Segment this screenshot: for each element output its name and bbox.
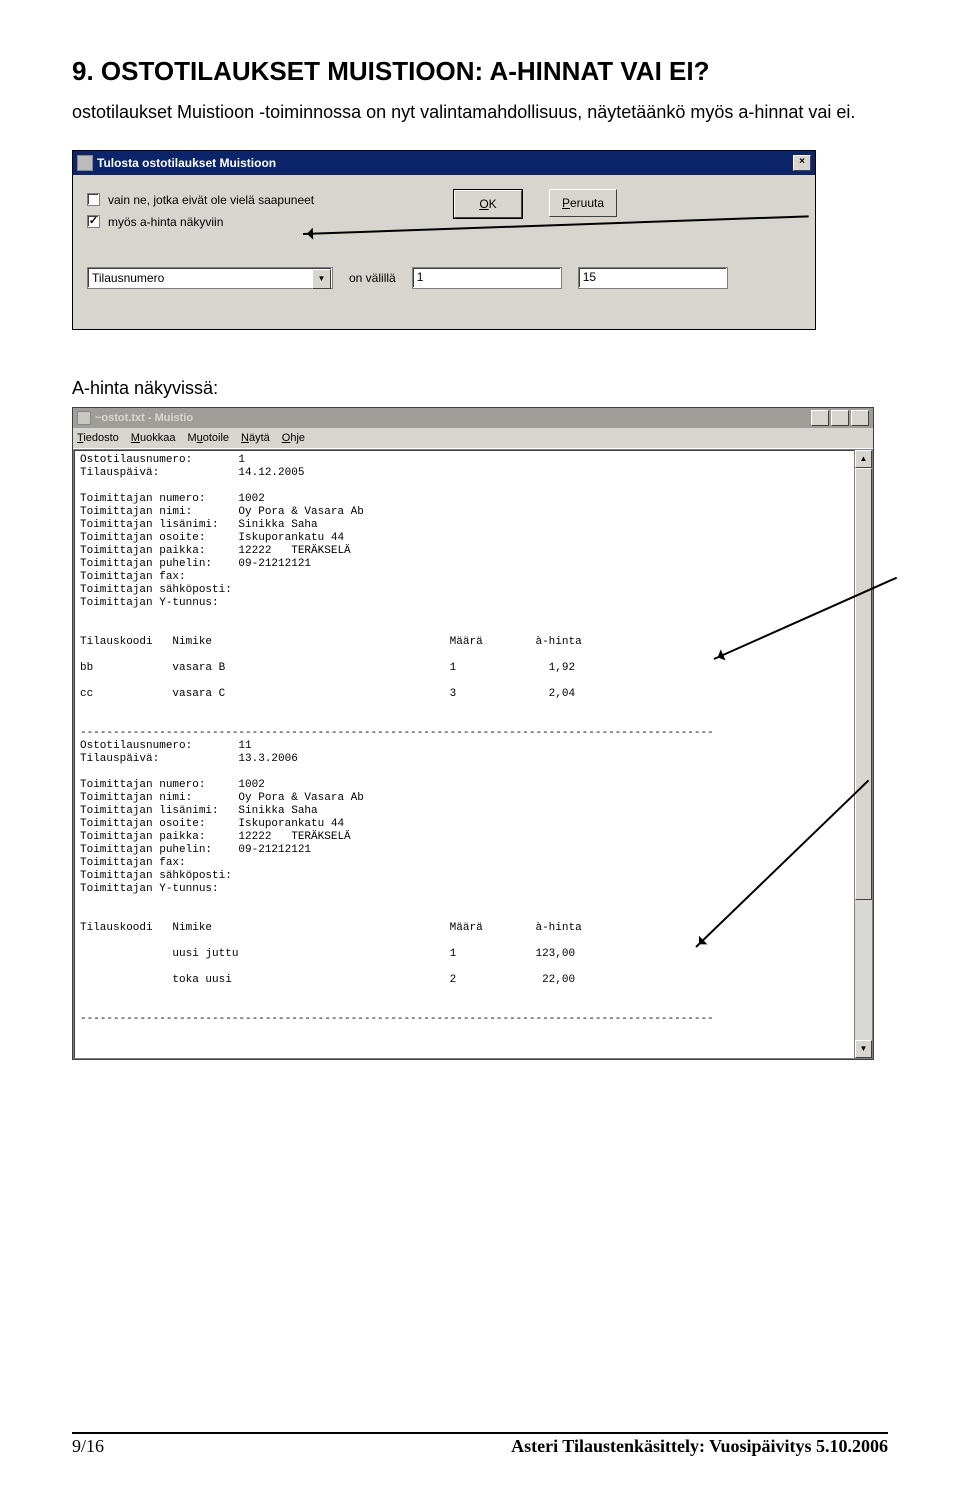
menu-view[interactable]: Näytä — [241, 432, 270, 444]
checkbox-label: vain ne, jotka eivät ole vielä saapuneet — [108, 193, 314, 207]
menu-file[interactable]: Tiedosto — [77, 432, 119, 444]
menu-help[interactable]: Ohje — [282, 432, 305, 444]
vertical-scrollbar[interactable]: ▲ ▼ — [854, 449, 873, 1059]
minimize-icon[interactable]: _ — [811, 410, 829, 426]
menu-format[interactable]: Muotoile — [187, 432, 229, 444]
ok-button[interactable]: OK — [454, 190, 522, 218]
cancel-button[interactable]: Peruuta — [549, 189, 617, 217]
intro-text: ostotilaukset Muistioon -toiminnossa on … — [72, 101, 888, 124]
menu-edit[interactable]: Muokkaa — [131, 432, 176, 444]
notepad-titlebar: ~ostot.txt - Muistio _ □ × — [73, 408, 873, 428]
notepad-screenshot-wrap: ~ostot.txt - Muistio _ □ × Tiedosto Muok… — [72, 407, 872, 1060]
notepad-icon — [77, 411, 91, 425]
criteria-combo[interactable]: Tilausnumero ▼ — [87, 267, 333, 289]
notepad-title: ~ostot.txt - Muistio — [95, 412, 193, 424]
close-icon[interactable]: × — [793, 155, 811, 171]
scroll-down-icon[interactable]: ▼ — [855, 1040, 872, 1058]
range-to-input[interactable]: 15 — [578, 267, 728, 289]
range-from-input[interactable]: 1 — [412, 267, 562, 289]
maximize-icon[interactable]: □ — [831, 410, 849, 426]
checkbox-label: myös a-hinta näkyviin — [108, 215, 223, 229]
combo-value: Tilausnumero — [92, 271, 164, 285]
doc-title: Asteri Tilaustenkäsittely: Vuosipäivitys… — [511, 1436, 888, 1457]
chevron-down-icon[interactable]: ▼ — [312, 269, 331, 289]
subheading: A-hinta näkyvissä: — [72, 378, 888, 399]
checkbox-show-aprice[interactable] — [87, 215, 100, 228]
between-label: on välillä — [349, 271, 396, 285]
scroll-up-icon[interactable]: ▲ — [855, 450, 872, 468]
notepad-text-area[interactable]: Ostotilausnumero: 1 Tilauspäivä: 14.12.2… — [73, 449, 854, 1059]
page-footer: 9/16 Asteri Tilaustenkäsittely: Vuosipäi… — [72, 1432, 888, 1457]
dialog-title: Tulosta ostotilaukset Muistioon — [97, 156, 276, 170]
notepad-window: ~ostot.txt - Muistio _ □ × Tiedosto Muok… — [72, 407, 874, 1060]
dialog-tulosta-ostotilaukset: Tulosta ostotilaukset Muistioon × vain n… — [72, 150, 816, 330]
section-heading: 9. OSTOTILAUKSET MUISTIOON: A-HINNAT VAI… — [72, 56, 888, 87]
scrollbar-track[interactable] — [855, 468, 872, 1040]
close-icon[interactable]: × — [851, 410, 869, 426]
notepad-menubar: Tiedosto Muokkaa Muotoile Näytä Ohje — [73, 428, 873, 449]
system-icon — [77, 155, 93, 171]
dialog-titlebar: Tulosta ostotilaukset Muistioon × — [73, 151, 815, 175]
checkbox-only-not-arrived[interactable] — [87, 193, 100, 206]
scrollbar-thumb[interactable] — [855, 468, 872, 900]
page-number: 9/16 — [72, 1436, 104, 1457]
